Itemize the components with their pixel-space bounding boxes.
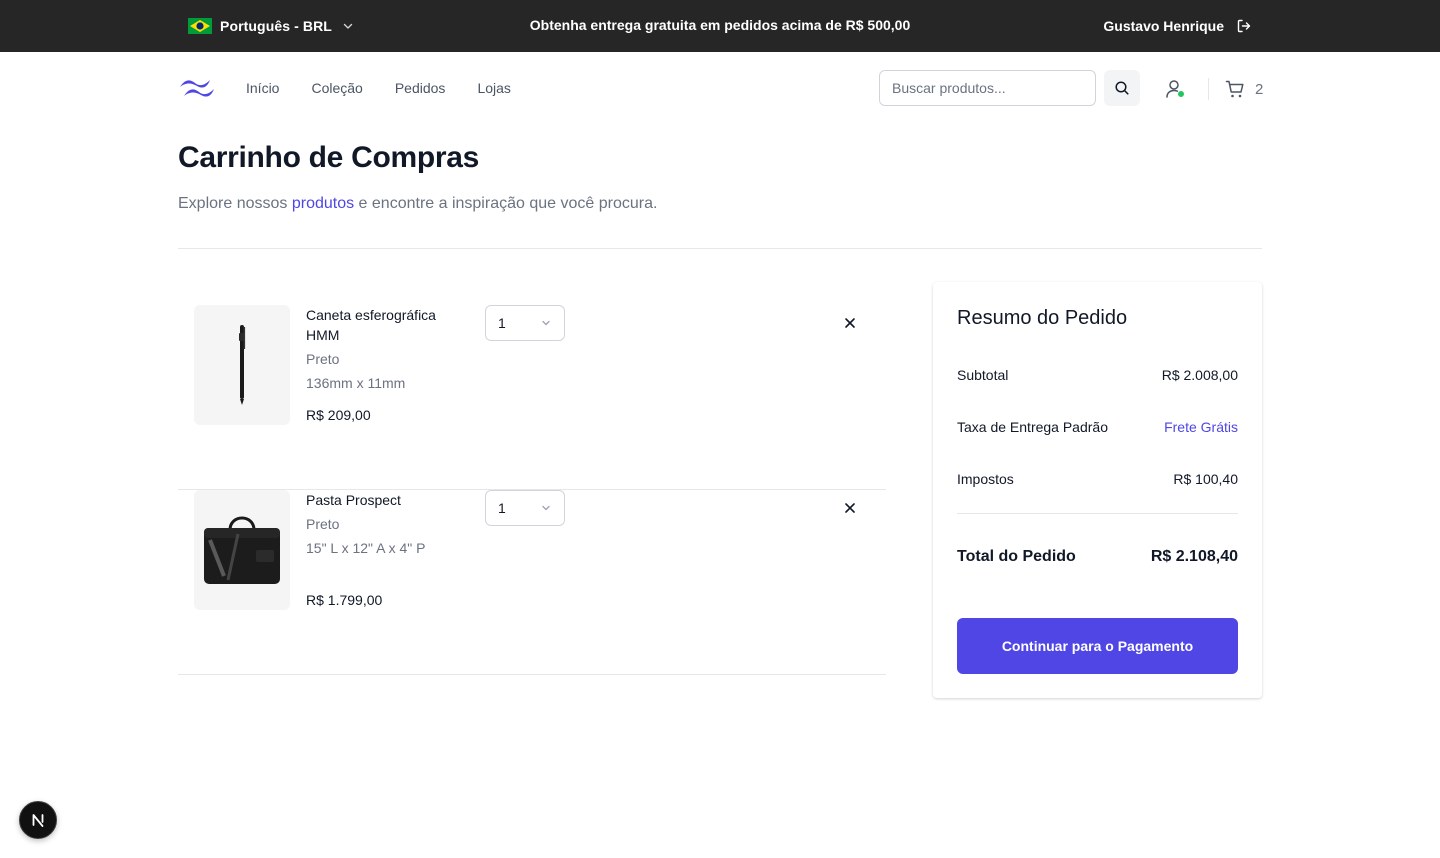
- taxes-label: Impostos: [957, 471, 1014, 487]
- nav-divider: [1208, 78, 1209, 100]
- header-divider: [178, 248, 1262, 249]
- search-icon: [1115, 81, 1129, 95]
- cart-button[interactable]: 2: [1225, 78, 1263, 100]
- online-status-dot: [1177, 90, 1185, 98]
- quantity-select[interactable]: 1: [485, 490, 565, 526]
- product-price: R$ 1.799,00: [306, 592, 383, 608]
- nav-link-colecao[interactable]: Coleção: [311, 80, 362, 96]
- total-value: R$ 2.108,40: [1150, 548, 1238, 565]
- product-size: 136mm x 11mm: [306, 375, 406, 391]
- product-image[interactable]: [194, 490, 290, 610]
- summary-title: Resumo do Pedido: [957, 307, 1128, 329]
- chevron-down-icon: [542, 320, 550, 326]
- product-color: Preto: [306, 516, 340, 532]
- search-input[interactable]: [879, 70, 1096, 106]
- nextjs-icon: [32, 814, 44, 827]
- nav-link-lojas[interactable]: Lojas: [477, 80, 510, 96]
- products-link[interactable]: produtos: [292, 195, 354, 212]
- page-subtitle: Explore nossos produtos e encontre a ins…: [178, 195, 657, 213]
- quantity-select[interactable]: 1: [485, 305, 565, 341]
- shipping-row: Taxa de Entrega Padrão Frete Grátis: [957, 419, 1238, 435]
- product-name[interactable]: Pasta Prospect: [306, 490, 466, 510]
- summary-divider: [957, 513, 1238, 514]
- briefcase-image: [204, 516, 280, 584]
- quantity-value: 1: [498, 315, 506, 331]
- account-button[interactable]: [1164, 78, 1186, 100]
- product-size: 15" L x 12" A x 4" P: [306, 540, 426, 556]
- cart-item: Pasta Prospect Preto 15" L x 12" A x 4" …: [178, 490, 886, 675]
- product-name[interactable]: Caneta esferográfica HMM: [306, 305, 466, 345]
- nav-link-inicio[interactable]: Início: [246, 80, 279, 96]
- product-price: R$ 209,00: [306, 407, 371, 423]
- close-icon[interactable]: [842, 500, 858, 516]
- pen-image: [239, 325, 246, 405]
- promo-bar: Português - BRL Obtenha entrega gratuita…: [0, 0, 1440, 52]
- search-button[interactable]: [1104, 70, 1140, 106]
- user-name[interactable]: Gustavo Henrique: [1103, 18, 1224, 34]
- checkout-button[interactable]: Continuar para o Pagamento: [957, 618, 1238, 674]
- logo-icon[interactable]: [178, 76, 218, 100]
- taxes-value: R$ 100,40: [1173, 471, 1238, 487]
- subtotal-row: Subtotal R$ 2.008,00: [957, 367, 1238, 383]
- product-image[interactable]: [194, 305, 290, 425]
- nextjs-dev-badge[interactable]: [19, 801, 57, 839]
- nav-link-pedidos[interactable]: Pedidos: [395, 80, 446, 96]
- nav-links: Início Coleção Pedidos Lojas: [246, 80, 511, 96]
- quantity-value: 1: [498, 500, 506, 516]
- logout-icon[interactable]: [1236, 18, 1252, 34]
- cart-item: Caneta esferográfica HMM Preto 136mm x 1…: [178, 305, 886, 490]
- shipping-value: Frete Grátis: [1164, 419, 1238, 435]
- subtitle-text-end: e encontre a inspiração que você procura…: [354, 195, 658, 212]
- main-nav: Início Coleção Pedidos Lojas 2: [0, 52, 1440, 124]
- total-label: Total do Pedido: [957, 548, 1076, 565]
- cart-icon: [1225, 80, 1244, 98]
- shipping-label: Taxa de Entrega Padrão: [957, 419, 1108, 435]
- subtitle-text-start: Explore nossos: [178, 195, 292, 212]
- total-row: Total do Pedido R$ 2.108,40: [957, 548, 1238, 566]
- cart-count: 2: [1255, 80, 1264, 98]
- order-summary: Resumo do Pedido Subtotal R$ 2.008,00 Ta…: [933, 282, 1262, 698]
- subtotal-value: R$ 2.008,00: [1161, 367, 1238, 383]
- subtotal-label: Subtotal: [957, 367, 1009, 383]
- user-box: Gustavo Henrique: [1103, 16, 1252, 36]
- product-color: Preto: [306, 351, 340, 367]
- page-title: Carrinho de Compras: [178, 141, 480, 174]
- taxes-row: Impostos R$ 100,40: [957, 471, 1238, 487]
- chevron-down-icon: [542, 505, 550, 511]
- close-icon[interactable]: [842, 315, 858, 331]
